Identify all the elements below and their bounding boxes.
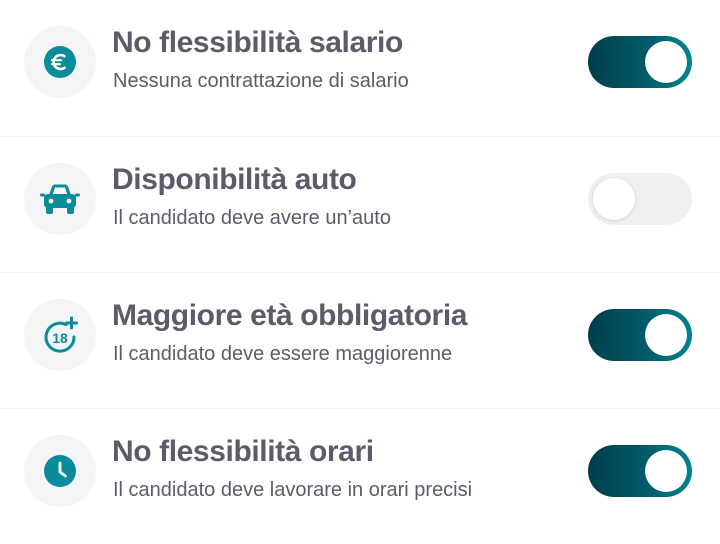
toggle-knob — [645, 450, 687, 492]
setting-subtitle: Il candidato deve lavorare in orari prec… — [113, 479, 473, 501]
setting-subtitle: Nessuna contrattazione di salario — [113, 70, 409, 92]
setting-subtitle: Il candidato deve avere un’auto — [113, 207, 391, 229]
setting-row-salary-flexibility: No flessibilità salario Nessuna contratt… — [0, 0, 720, 136]
toggle-knob — [593, 178, 635, 220]
toggle-knob — [645, 41, 687, 83]
setting-title: No flessibilità orari — [112, 435, 374, 468]
setting-row-legal-age: 18 Maggiore età obbligatoria Il candidat… — [0, 272, 720, 408]
setting-title: Maggiore età obbligatoria — [112, 299, 468, 332]
requirements-list: No flessibilità salario Nessuna contratt… — [0, 0, 720, 532]
clock-icon — [24, 435, 96, 507]
car-availability-toggle[interactable] — [588, 173, 692, 225]
setting-title: No flessibilità salario — [112, 26, 403, 59]
schedule-flexibility-toggle[interactable] — [588, 445, 692, 497]
salary-flexibility-toggle[interactable] — [588, 36, 692, 88]
car-icon — [24, 163, 96, 235]
toggle-knob — [645, 314, 687, 356]
age-18-plus-icon: 18 — [24, 299, 96, 371]
svg-text:18: 18 — [52, 330, 68, 346]
setting-subtitle: Il candidato deve essere maggiorenne — [113, 343, 453, 365]
setting-row-schedule-flexibility: No flessibilità orari Il candidato deve … — [0, 408, 720, 544]
euro-icon — [24, 26, 96, 98]
setting-row-car-availability: Disponibilità auto Il candidato deve ave… — [0, 136, 720, 272]
setting-title: Disponibilità auto — [112, 163, 357, 196]
legal-age-toggle[interactable] — [588, 309, 692, 361]
